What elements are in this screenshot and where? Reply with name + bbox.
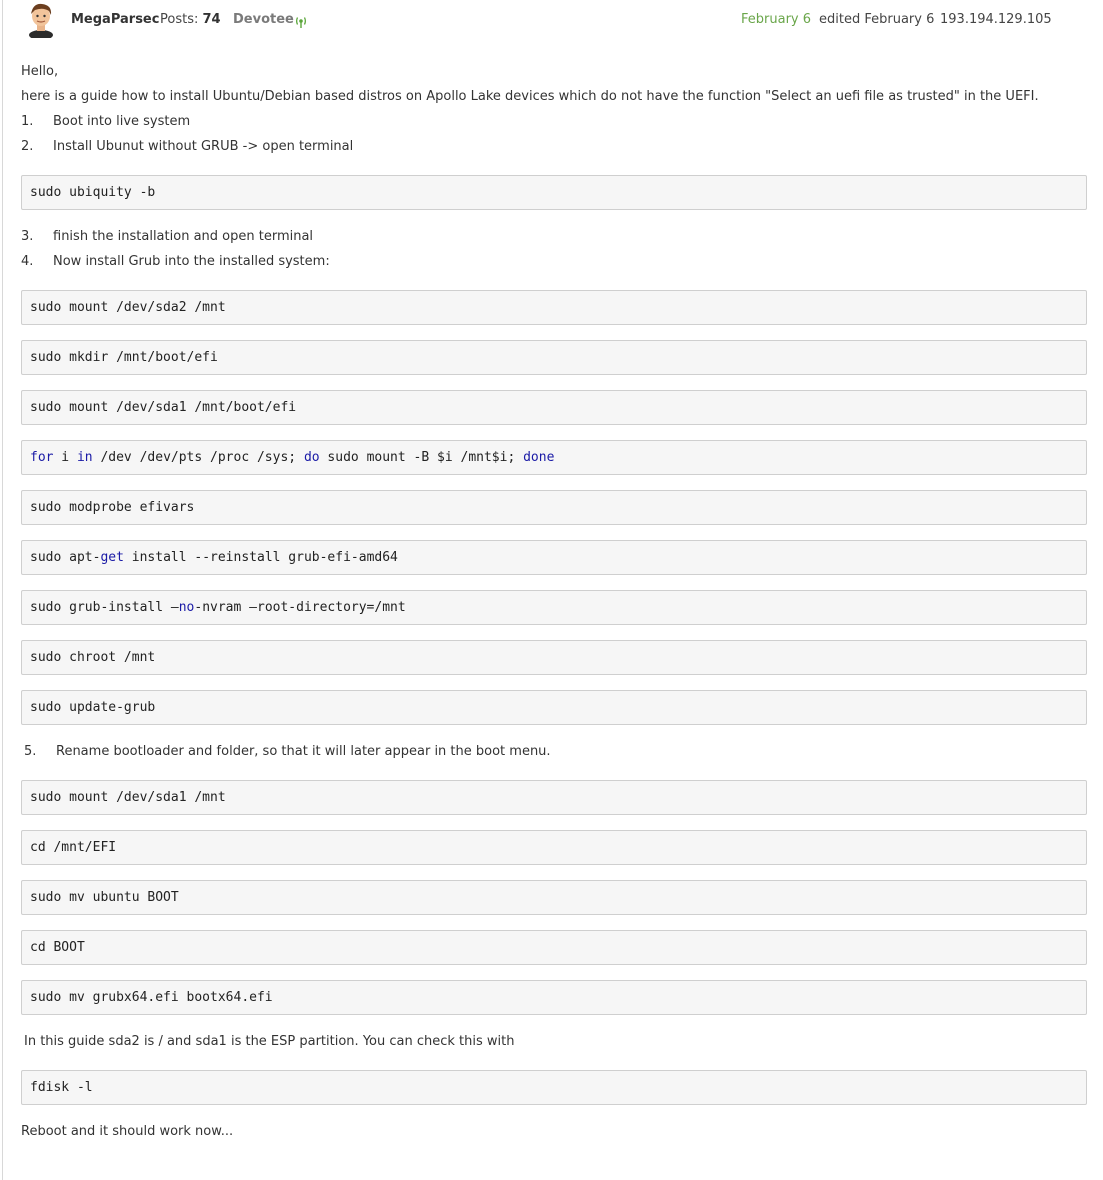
post-date-link[interactable]: February 6 [741,12,811,27]
step-number: 5. [24,744,37,759]
code-block: sudo update-grub [21,690,1087,725]
code-block: fdisk -l [21,1070,1087,1105]
code-block: sudo apt-get install --reinstall grub-ef… [21,540,1087,575]
code-keyword: done [523,450,555,465]
code-keyword: get [100,550,124,565]
code-block: sudo mount /dev/sda2 /mnt [21,290,1087,325]
post-count: Posts: 74 [160,12,221,27]
user-avatar-icon[interactable] [25,2,57,38]
post-header: MegaParsec Posts: 74 Devotee February 6 … [0,0,1103,44]
note-text: In this guide sda2 is / and sda1 is the … [24,1034,515,1049]
code-block: sudo mount /dev/sda1 /mnt/boot/efi [21,390,1087,425]
step-number: 3. [21,229,34,244]
code-token: sudo mount -B $i /mnt$i; [319,450,524,465]
code-line: cd BOOT [30,940,85,955]
code-token: /dev /dev/pts /proc /sys; [92,450,304,465]
posts-count-value: 74 [202,12,221,27]
code-block: sudo chroot /mnt [21,640,1087,675]
code-keyword: for [30,450,54,465]
code-token: sudo grub-install – [30,600,179,615]
intro-text: here is a guide how to install Ubuntu/De… [21,89,1039,104]
code-block: sudo ubiquity -b [21,175,1087,210]
step-text: Boot into live system [53,114,191,129]
code-token: sudo apt- [30,550,101,565]
code-keyword: no [178,600,195,615]
user-rank: Devotee [233,12,294,27]
code-line: sudo ubiquity -b [30,185,156,200]
code-line: sudo mv ubuntu BOOT [30,890,179,905]
code-line: for i in /dev /dev/pts /proc /sys; do su… [30,450,554,465]
code-block: cd /mnt/EFI [21,830,1087,865]
post-edited-info: edited February 6 [819,12,935,27]
step-text: finish the installation and open termina… [53,229,314,244]
step-text: Rename bootloader and folder, so that it… [56,744,551,759]
code-keyword: in [76,450,93,465]
code-block: sudo modprobe efivars [21,490,1087,525]
code-block: sudo mkdir /mnt/boot/efi [21,340,1087,375]
code-line: sudo mv grubx64.efi bootx64.efi [30,990,273,1005]
code-block: sudo mount /dev/sda1 /mnt [21,780,1087,815]
greeting-text: Hello, [21,64,59,79]
code-token: i [53,450,77,465]
code-block: cd BOOT [21,930,1087,965]
code-line: sudo chroot /mnt [30,650,156,665]
posts-label: Posts: [160,12,199,27]
code-keyword: do [303,450,320,465]
code-line: sudo mount /dev/sda1 /mnt [30,790,226,805]
code-line: sudo mount /dev/sda2 /mnt [30,300,226,315]
step-text: Install Ubunut without GRUB -> open term… [53,139,354,154]
post-left-border [2,0,3,1180]
step-number: 1. [21,114,34,129]
code-line: sudo apt-get install --reinstall grub-ef… [30,550,398,565]
code-block: sudo mv grubx64.efi bootx64.efi [21,980,1087,1015]
step-text: Now install Grub into the installed syst… [53,254,330,269]
signal-icon [296,17,306,28]
code-line: cd /mnt/EFI [30,840,117,855]
post-ip-address: 193.194.129.105 [940,12,1052,27]
step-number: 2. [21,139,34,154]
code-line: sudo grub-install –no-nvram –root-direct… [30,600,406,615]
code-line: sudo mkdir /mnt/boot/efi [30,350,218,365]
code-line: sudo mount /dev/sda1 /mnt/boot/efi [30,400,297,415]
outro-text: Reboot and it should work now... [21,1124,234,1139]
code-line: sudo modprobe efivars [30,500,195,515]
code-token: install --reinstall grub-efi-amd64 [123,550,398,565]
step-number: 4. [21,254,34,269]
code-block: sudo grub-install –no-nvram –root-direct… [21,590,1087,625]
code-line: sudo update-grub [30,700,156,715]
code-token: -nvram –root-directory=/mnt [194,600,406,615]
code-line: fdisk -l [30,1080,93,1095]
code-block: sudo mv ubuntu BOOT [21,880,1087,915]
author-name-link[interactable]: MegaParsec [71,12,159,27]
code-block: for i in /dev /dev/pts /proc /sys; do su… [21,440,1087,475]
